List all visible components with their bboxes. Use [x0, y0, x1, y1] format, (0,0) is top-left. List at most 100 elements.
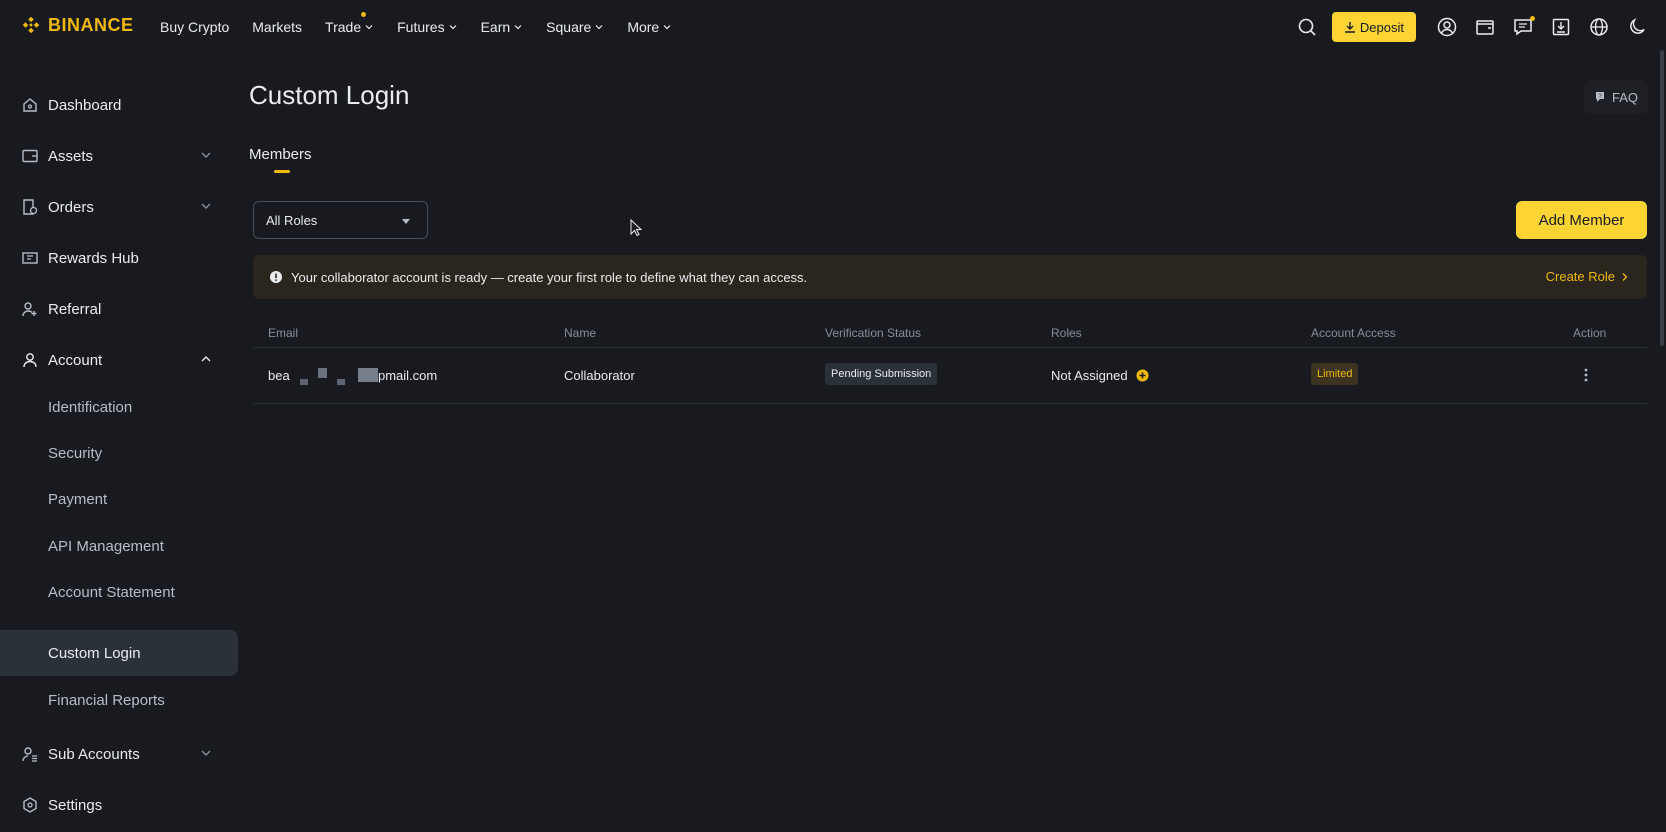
- nav-label: Futures: [397, 19, 445, 35]
- download-icon: [1344, 22, 1355, 33]
- search-button[interactable]: [1288, 8, 1326, 46]
- nav-label: Trade: [325, 19, 362, 35]
- sidebar-item-assets[interactable]: Assets: [0, 133, 238, 179]
- brand-name: BINANCE: [48, 14, 134, 35]
- orders-icon: [20, 197, 40, 217]
- add-role-icon[interactable]: [1136, 369, 1149, 382]
- deposit-button[interactable]: Deposit: [1331, 12, 1416, 42]
- wallet-button[interactable]: [1466, 8, 1504, 46]
- verification-status-badge: Pending Submission: [825, 363, 938, 385]
- create-role-link[interactable]: Create Role: [1546, 269, 1629, 284]
- download-app-icon: [1552, 18, 1570, 36]
- new-indicator-dot: [361, 12, 367, 17]
- nav-trade[interactable]: Trade: [325, 12, 374, 35]
- sidebar-item-orders[interactable]: Orders: [0, 184, 238, 230]
- sidebar-item-label: Settings: [48, 796, 103, 814]
- nav-label: Buy Crypto: [160, 19, 230, 35]
- page-title: Custom Login: [249, 80, 410, 110]
- sidebar-item-sub-accounts[interactable]: Sub Accounts: [0, 731, 238, 777]
- create-role-label: Create Role: [1545, 269, 1615, 284]
- column-header-verification-status: Verification Status: [825, 326, 922, 340]
- row-actions-button[interactable]: [1584, 368, 1588, 382]
- top-navigation-bar: BINANCE Buy Crypto Markets Trade Futures…: [0, 0, 1666, 54]
- member-email-suffix: pmail.com: [378, 368, 438, 383]
- column-header-account-access: Account Access: [1311, 326, 1396, 340]
- nav-markets[interactable]: Markets: [252, 19, 302, 35]
- sidebar-item-dashboard[interactable]: Dashboard: [0, 82, 238, 128]
- sidebar-item-label: Orders: [48, 198, 94, 216]
- sidebar-item-payment[interactable]: Payment: [0, 476, 238, 522]
- messages-button[interactable]: [1504, 8, 1542, 46]
- collaborator-notice-banner: Your collaborator account is ready — cre…: [253, 255, 1647, 299]
- page-scrollbar[interactable]: [1660, 50, 1664, 346]
- nav-right-actions: Deposit: [1288, 0, 1666, 54]
- nav-more[interactable]: More: [627, 19, 672, 35]
- chevron-down-icon: [449, 25, 457, 30]
- home-icon: [20, 95, 40, 115]
- sidebar-item-identification[interactable]: Identification: [0, 384, 238, 430]
- globe-icon: [1590, 18, 1608, 36]
- nav-label: More: [627, 19, 660, 35]
- sidebar-item-label: Custom Login: [48, 644, 141, 662]
- table-row: bea pmail.com Collaborator Pending Submi…: [253, 348, 1647, 404]
- column-header-roles: Roles: [1051, 326, 1082, 340]
- chevron-down-icon: [663, 25, 671, 30]
- more-vertical-icon: [1584, 368, 1588, 382]
- nav-futures[interactable]: Futures: [397, 19, 457, 35]
- active-tab-indicator: [274, 170, 290, 173]
- account-access-badge: Limited: [1311, 363, 1359, 385]
- faq-button[interactable]: ? FAQ: [1584, 80, 1649, 114]
- redaction-block: [300, 379, 308, 385]
- sub-accounts-icon: [20, 744, 40, 764]
- theme-toggle-button[interactable]: [1618, 8, 1656, 46]
- deposit-label: Deposit: [1359, 19, 1404, 35]
- sidebar-item-account-statement[interactable]: Account Statement: [0, 569, 238, 615]
- nav-earn[interactable]: Earn: [481, 19, 524, 35]
- sidebar-item-referral[interactable]: Referral: [0, 286, 238, 332]
- member-name: Collaborator: [564, 368, 635, 383]
- binance-logo[interactable]: BINANCE: [20, 14, 134, 36]
- wallet-icon: [20, 146, 40, 166]
- chevron-down-icon: [201, 152, 211, 158]
- sidebar-item-financial-reports[interactable]: Financial Reports: [0, 677, 238, 723]
- add-member-button[interactable]: Add Member: [1516, 201, 1647, 239]
- sidebar-item-label: Account Statement: [48, 583, 175, 601]
- nav-buy-crypto[interactable]: Buy Crypto: [160, 19, 229, 35]
- faq-icon: ?: [1596, 92, 1604, 102]
- binance-logo-icon: [22, 16, 40, 34]
- sidebar-item-security[interactable]: Security: [0, 430, 238, 476]
- column-header-name: Name: [564, 326, 597, 340]
- table-header: Email Name Verification Status Roles Acc…: [253, 320, 1647, 348]
- chevron-up-icon: [201, 356, 211, 362]
- redaction-block: [318, 368, 327, 378]
- sidebar-item-custom-login[interactable]: Custom Login: [0, 630, 238, 676]
- nav-label: Markets: [252, 19, 303, 35]
- sidebar-item-account[interactable]: Account: [0, 337, 238, 383]
- sidebar-item-label: Rewards Hub: [48, 249, 139, 267]
- tab-members[interactable]: Members: [249, 146, 312, 163]
- chevron-right-icon: [1622, 272, 1628, 281]
- profile-button[interactable]: [1428, 8, 1466, 46]
- mouse-cursor-icon: [630, 219, 642, 237]
- notification-dot: [1530, 16, 1535, 21]
- nav-square[interactable]: Square: [546, 19, 604, 35]
- user-circle-icon: [1437, 17, 1457, 37]
- sidebar-item-label: Financial Reports: [48, 691, 165, 709]
- sidebar-item-label: Security: [48, 444, 103, 462]
- column-header-action: Action: [1573, 326, 1607, 340]
- sidebar-item-rewards-hub[interactable]: Rewards Hub: [0, 235, 238, 281]
- sidebar-item-settings[interactable]: Settings: [0, 782, 238, 828]
- chevron-down-icon: [595, 25, 603, 30]
- sidebar-item-label: Payment: [48, 490, 108, 508]
- sidebar-item-label: Sub Accounts: [48, 745, 140, 763]
- language-button[interactable]: [1580, 8, 1618, 46]
- user-plus-icon: [20, 299, 40, 319]
- wallet-icon: [1476, 20, 1494, 35]
- members-table: Email Name Verification Status Roles Acc…: [253, 320, 1647, 404]
- chevron-down-icon: [201, 203, 211, 209]
- download-app-button[interactable]: [1542, 8, 1580, 46]
- role-filter-dropdown[interactable]: All Roles: [253, 201, 428, 239]
- sidebar-item-api-management[interactable]: API Management: [0, 523, 238, 569]
- nav-label: Square: [546, 19, 592, 35]
- role-filter-value: All Roles: [266, 212, 318, 228]
